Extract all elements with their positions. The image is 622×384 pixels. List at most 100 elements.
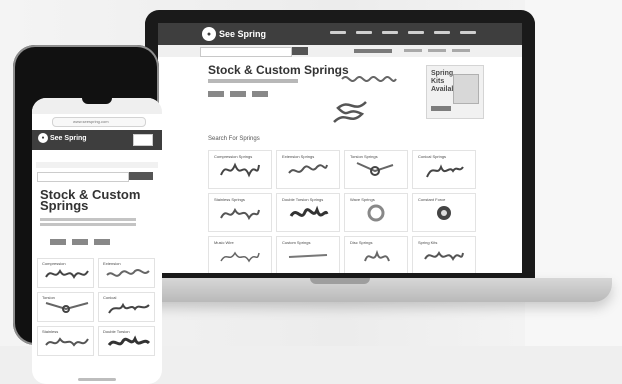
conical-spring-icon <box>108 302 150 314</box>
nav-item-placeholder[interactable] <box>330 31 346 34</box>
card-label: Extension <box>103 261 121 266</box>
nav-item-placeholder[interactable] <box>356 31 372 34</box>
sub-link-placeholder[interactable] <box>404 49 422 52</box>
phone-screen: www.seespring.com ● See Spring Stock & C… <box>32 98 162 384</box>
card-label: Conical <box>103 295 117 300</box>
mobile-spring-card[interactable]: Conical <box>98 292 155 322</box>
nav-item-placeholder[interactable] <box>408 31 424 34</box>
mobile-spring-card[interactable]: Torsion <box>37 292 94 322</box>
disc-spring-icon <box>364 249 390 262</box>
sub-link-placeholder[interactable] <box>452 49 470 52</box>
card-label: Disc Springs <box>350 240 373 245</box>
card-label: Double Torsion Springs <box>282 197 324 202</box>
laptop-notch <box>310 278 370 284</box>
torsion-spring-icon <box>45 302 89 313</box>
mobile-spring-card[interactable]: Compression <box>37 258 94 288</box>
custom-spring-icon <box>288 254 328 258</box>
torsion-spring-icon <box>356 162 394 176</box>
spring-card[interactable]: Double Torsion Springs <box>276 193 340 232</box>
spring-card[interactable]: Music Wire <box>208 236 272 273</box>
card-label: Constant Force <box>418 197 446 202</box>
nav-item-placeholder[interactable] <box>382 31 398 34</box>
mobile-hero-title: Stock & Custom Springs <box>40 188 150 212</box>
logo-mark-icon: ● <box>202 27 216 41</box>
nav-item-placeholder[interactable] <box>434 31 450 34</box>
spring-card[interactable]: Wave Springs <box>344 193 408 232</box>
mobile-search-button[interactable] <box>129 172 153 180</box>
hero-subtitle-placeholder <box>208 79 298 83</box>
spring-card[interactable]: Stainless Springs <box>208 193 272 232</box>
constant-force-spring-icon <box>437 206 451 220</box>
nav-item-placeholder[interactable] <box>460 31 476 34</box>
card-label: Custom Springs <box>282 240 311 245</box>
spring-grid: Compression Springs Extension Springs To… <box>208 150 476 273</box>
card-label: Torsion Springs <box>350 154 378 159</box>
phone-notch <box>82 98 112 104</box>
spring-card[interactable]: Disc Springs <box>344 236 408 273</box>
partner-logo <box>94 239 110 245</box>
mobile-spring-card[interactable]: Extension <box>98 258 155 288</box>
mobile-search-input[interactable] <box>37 172 129 182</box>
card-label: Double Torsion <box>103 329 130 334</box>
laptop-device: ● See Spring Stock & Custom Springs Spri… <box>145 10 535 278</box>
music-wire-spring-icon <box>220 251 260 263</box>
conical-spring-icon <box>426 164 464 178</box>
compression-spring-icon <box>45 269 89 279</box>
spring-card[interactable]: Spring Kits <box>412 236 476 273</box>
spring-card[interactable]: Constant Force <box>412 193 476 232</box>
search-input[interactable] <box>200 47 292 57</box>
phone-device: www.seespring.com ● See Spring Stock & C… <box>13 45 162 384</box>
extension-spring-icon <box>106 269 150 277</box>
laptop-screen: ● See Spring Stock & Custom Springs Spri… <box>158 23 522 273</box>
search-button[interactable] <box>292 47 308 55</box>
spring-card[interactable]: Extension Springs <box>276 150 340 189</box>
partner-logo <box>72 239 88 245</box>
partner-logo <box>208 91 224 97</box>
mobile-partner-logos <box>50 239 110 245</box>
logo-mark-icon: ● <box>38 133 48 143</box>
url-text: www.seespring.com <box>73 119 109 124</box>
card-label: Conical Springs <box>418 154 447 159</box>
card-label: Torsion <box>42 295 55 300</box>
card-label: Compression Springs <box>214 154 253 159</box>
laptop-base <box>126 278 612 302</box>
home-indicator <box>78 378 116 381</box>
section-title: Search For Springs <box>208 136 260 142</box>
card-label: Extension Springs <box>282 154 315 159</box>
extension-spring-icon <box>341 76 397 82</box>
sub-links <box>404 49 470 52</box>
spring-card[interactable]: Compression Springs <box>208 150 272 189</box>
partner-logo <box>252 91 268 97</box>
main-navigation <box>330 31 476 34</box>
partner-logos <box>208 91 268 97</box>
spring-card[interactable]: Torsion Springs <box>344 150 408 189</box>
phone-number-block <box>354 49 392 53</box>
promo-button[interactable] <box>431 106 451 111</box>
mobile-description-placeholder <box>40 218 136 230</box>
spring-kit-icon <box>424 251 464 261</box>
mobile-site-logo[interactable]: ● See Spring <box>38 133 87 143</box>
site-logo[interactable]: ● See Spring <box>202 27 266 41</box>
card-label: Wave Springs <box>350 197 375 202</box>
mobile-spring-card[interactable]: Stainless <box>37 326 94 356</box>
stainless-spring-icon <box>45 337 89 347</box>
spring-card[interactable]: Custom Springs <box>276 236 340 273</box>
partner-logo <box>230 91 246 97</box>
sub-link-placeholder[interactable] <box>428 49 446 52</box>
menu-button[interactable] <box>133 134 153 146</box>
stainless-spring-icon <box>220 207 260 221</box>
mobile-tabs <box>36 162 158 168</box>
address-bar[interactable]: www.seespring.com <box>52 117 146 127</box>
card-label: Spring Kits <box>418 240 438 245</box>
mobile-spring-card[interactable]: Double Torsion <box>98 326 155 356</box>
double-torsion-spring-icon <box>107 335 151 347</box>
card-label: Stainless <box>42 329 59 334</box>
extension-spring-icon <box>288 164 328 174</box>
partner-logo <box>50 239 66 245</box>
mobile-spring-grid: Compression Extension Torsion Conical St… <box>37 258 155 356</box>
card-label: Stainless Springs <box>214 197 245 202</box>
spring-kit-promo[interactable]: Spring Kits Available! <box>426 65 484 119</box>
hero-title: Stock & Custom Springs <box>208 63 349 77</box>
spring-card[interactable]: Conical Springs <box>412 150 476 189</box>
site-logo-text: See Spring <box>219 29 267 39</box>
